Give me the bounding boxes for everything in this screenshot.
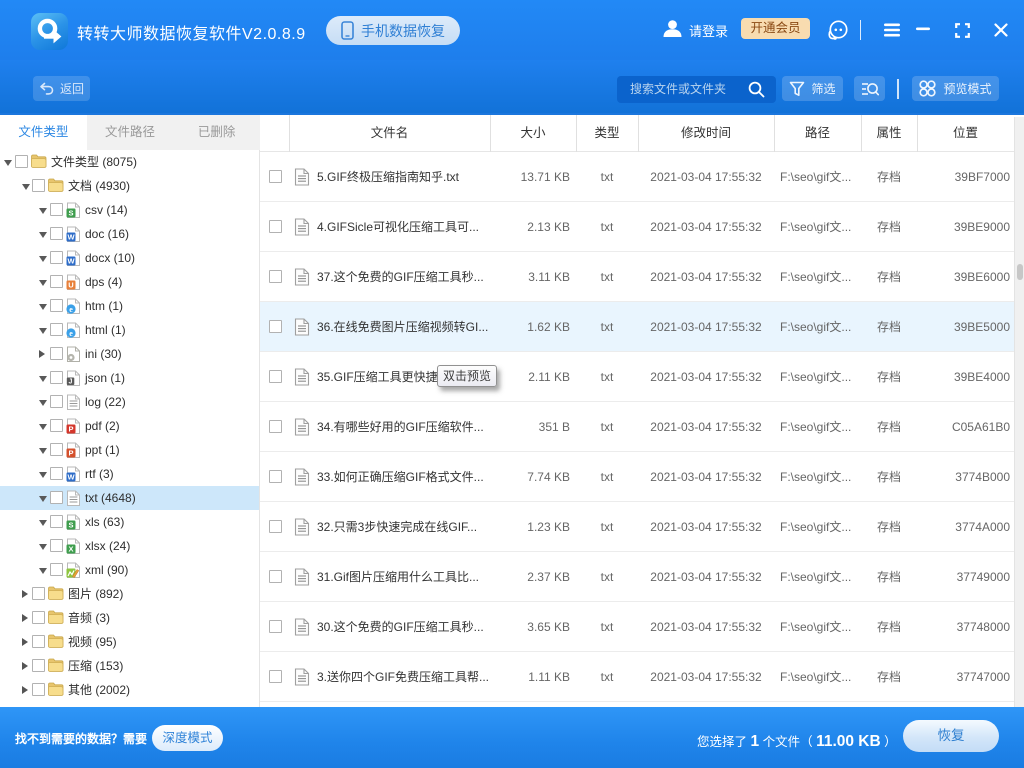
- svg-text:X: X: [68, 545, 73, 554]
- svg-text:W: W: [67, 233, 75, 242]
- svg-text:W: W: [67, 473, 75, 482]
- svg-text:e: e: [69, 329, 73, 338]
- svg-text:S: S: [68, 209, 73, 218]
- svg-text:U: U: [68, 281, 73, 290]
- svg-text:J: J: [69, 379, 73, 386]
- svg-text:P: P: [68, 449, 73, 458]
- svg-text:e: e: [69, 305, 73, 314]
- svg-text:P: P: [68, 425, 73, 434]
- svg-text:S: S: [68, 521, 73, 530]
- svg-text:W: W: [67, 257, 75, 266]
